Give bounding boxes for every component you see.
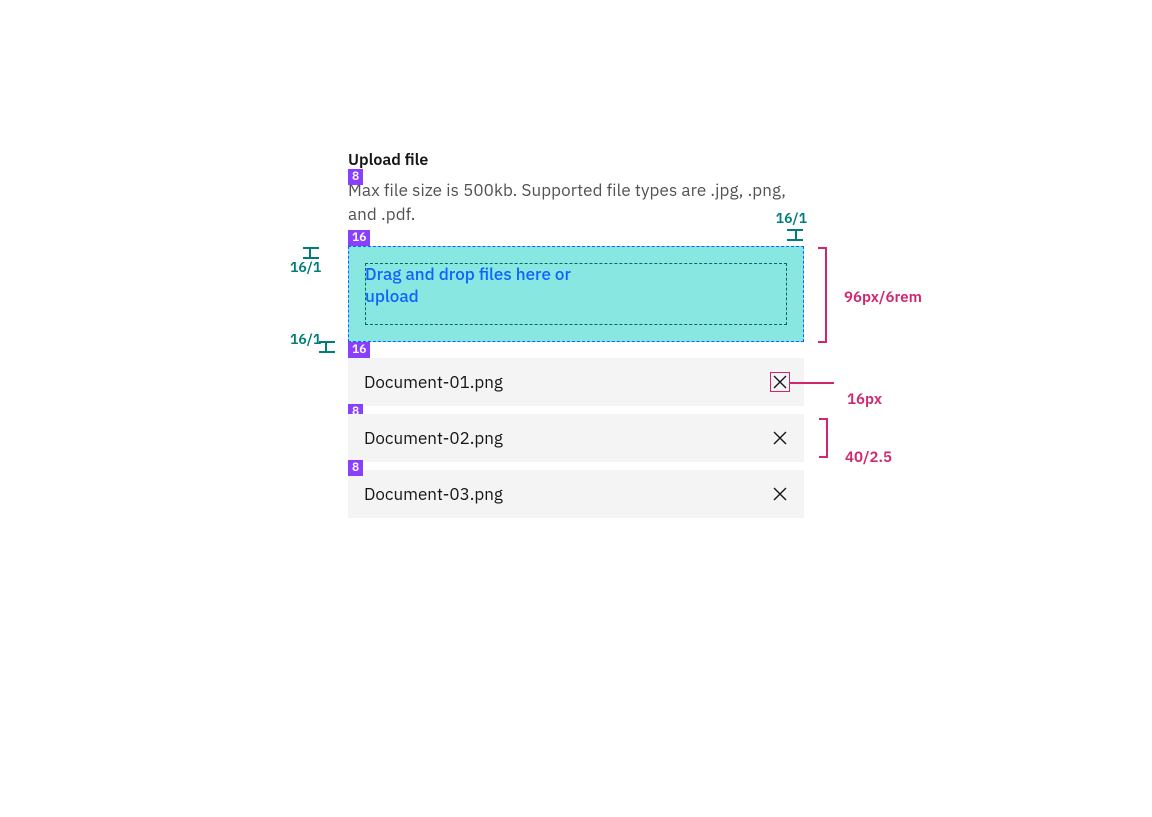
measure-pad-bottom — [319, 341, 335, 353]
file-row-3: Document-03.png — [348, 470, 804, 518]
spacing-8: 8 — [348, 170, 804, 178]
spec-tag-8c: 8 — [348, 460, 363, 476]
spec-close-size: 16px — [847, 390, 882, 409]
spec-dropzone-height: 96px/6rem — [844, 288, 922, 307]
dropzone-label: Drag and drop files here or upload — [365, 263, 625, 307]
close-icon[interactable] — [772, 486, 788, 502]
uploader-description: Max file size is 500kb. Supported file t… — [348, 178, 804, 226]
spec-pad-bottom-label: 16/1 — [290, 330, 321, 348]
measure-pad-right — [787, 229, 803, 241]
spec-pad-top-label: 16/1 — [290, 258, 321, 276]
spec-tag-16: 16 — [348, 230, 370, 246]
bracket-file-h — [826, 418, 828, 458]
spec-line-close — [790, 382, 834, 384]
spacing-8-files-2: 8 — [348, 462, 804, 470]
spacing-16-after-drop: 16 — [348, 342, 804, 358]
spec-tag-8: 8 — [348, 169, 363, 185]
file-row-1: Document-01.png — [348, 358, 804, 406]
file-name-1: Document-01.png — [364, 371, 503, 393]
bracket-dropzone-h — [825, 247, 827, 343]
uploader-label: Upload file — [348, 150, 804, 170]
close-icon[interactable] — [772, 374, 788, 390]
spec-tag-16b: 16 — [348, 342, 370, 358]
file-uploader-spec: Upload file 8 Max file size is 500kb. Su… — [348, 150, 804, 518]
file-name-2: Document-02.png — [364, 427, 503, 449]
spacing-8-files-1: 8 — [348, 406, 804, 414]
spec-pad-right: 16/1 — [776, 209, 807, 227]
spec-file-height: 40/2.5 — [845, 448, 892, 467]
file-row-2: Document-02.png — [348, 414, 804, 462]
close-icon[interactable] — [772, 430, 788, 446]
dropzone[interactable]: Drag and drop files here or upload 16/1 — [348, 246, 804, 342]
spacing-16: 16 — [348, 230, 804, 246]
file-name-3: Document-03.png — [364, 483, 503, 505]
